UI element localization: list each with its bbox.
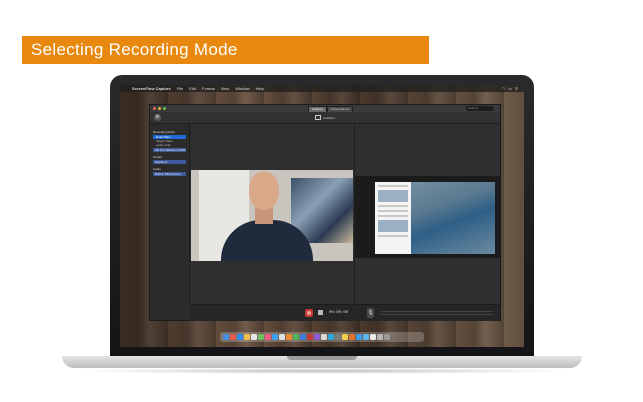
podcasts-icon[interactable]	[314, 334, 320, 340]
finder-icon[interactable]	[223, 334, 229, 340]
zoom-icon[interactable]	[163, 107, 166, 110]
capture-window: Capture Presentations Search ⚙ Untitled …	[149, 104, 501, 321]
app-store-icon[interactable]	[328, 334, 334, 340]
battery-icon[interactable]: ▭	[508, 85, 512, 92]
audio-level-meter-left	[381, 311, 493, 312]
menu-app-name[interactable]: ScreenFlow Capture	[132, 85, 171, 92]
menu-bar: ScreenFlow Capture File Edit Format View…	[120, 85, 524, 92]
slide-title-banner: Selecting Recording Mode	[22, 36, 429, 64]
stop-button[interactable]	[318, 310, 323, 315]
system-preferences-icon[interactable]	[335, 334, 341, 340]
menu-view[interactable]: View	[221, 85, 230, 92]
menu-help[interactable]: Help	[256, 85, 264, 92]
notes-icon[interactable]	[244, 334, 250, 340]
wifi-icon[interactable]: ◠	[502, 85, 506, 92]
firefox-icon[interactable]	[349, 334, 355, 340]
camera-preview[interactable]	[191, 170, 353, 261]
slide-title: Selecting Recording Mode	[31, 40, 238, 59]
search-field[interactable]: Search	[466, 106, 494, 111]
record-controls: 00:00:00 🎙	[191, 304, 500, 321]
maps-icon[interactable]	[321, 334, 327, 340]
output-header: Output	[153, 155, 163, 159]
music-icon[interactable]	[265, 334, 271, 340]
preview-icon[interactable]	[370, 334, 376, 340]
laptop-notch	[287, 356, 357, 360]
screen-preview[interactable]	[355, 176, 500, 258]
menu-edit[interactable]: Edit	[189, 85, 196, 92]
audio-select[interactable]: Built-in Microphone	[153, 172, 186, 176]
settings-sidebar: Recording Mode Dual Video Single Video A…	[150, 124, 190, 304]
dock	[220, 332, 424, 342]
layout-button[interactable]: Untitled 1	[315, 115, 336, 120]
spotlight-icon[interactable]: ⚲	[515, 85, 518, 92]
window-controls	[153, 107, 166, 110]
launchpad-icon[interactable]	[230, 334, 236, 340]
keynote-icon[interactable]	[300, 334, 306, 340]
downloads-icon[interactable]	[377, 334, 383, 340]
laptop-screen: ScreenFlow Capture File Edit Format View…	[120, 85, 524, 347]
layout-icon	[315, 115, 321, 120]
title-bar: Capture Presentations Search	[150, 105, 500, 113]
numbers-icon[interactable]	[293, 334, 299, 340]
close-icon[interactable]	[153, 107, 156, 110]
screenflow-icon[interactable]	[307, 334, 313, 340]
zoom-app-icon[interactable]	[356, 334, 362, 340]
toolbar: ⚙ Untitled 1	[150, 112, 500, 124]
screen-info-panel	[375, 182, 411, 254]
laptop-shadow	[70, 368, 574, 374]
folder-icon[interactable]	[342, 334, 348, 340]
skype-icon[interactable]	[363, 334, 369, 340]
safari-icon[interactable]	[237, 334, 243, 340]
trash-icon[interactable]	[384, 334, 390, 340]
mail-icon[interactable]	[272, 334, 278, 340]
mode-audio-only[interactable]: Audio Only	[153, 143, 186, 147]
audio-header: Audio	[153, 167, 161, 171]
calendar-icon[interactable]	[251, 334, 257, 340]
minimize-icon[interactable]	[158, 107, 161, 110]
preview-stage	[191, 124, 500, 304]
microphone-icon[interactable]: 🎙	[367, 308, 374, 318]
layout-label: Untitled 1	[323, 115, 336, 120]
messages-icon[interactable]	[258, 334, 264, 340]
status-icons: ◠ ▭ ⚲	[502, 85, 524, 92]
settings-gear-icon[interactable]: ⚙	[154, 114, 161, 121]
record-button[interactable]	[305, 309, 313, 317]
output-select[interactable]: Display 2	[153, 160, 186, 164]
menu-format[interactable]: Format	[202, 85, 215, 92]
recording-mode-header: Recording Mode	[153, 130, 176, 134]
presenter-head	[249, 172, 279, 210]
timecode-display: 00:00:00	[329, 311, 349, 315]
menu-window[interactable]: Window	[235, 85, 249, 92]
photos-icon[interactable]	[279, 334, 285, 340]
menu-file[interactable]: File	[177, 85, 183, 92]
pages-icon[interactable]	[286, 334, 292, 340]
audio-level-meter-right	[381, 314, 493, 315]
camera-select[interactable]: HD Pro Webcam C920	[153, 148, 186, 152]
